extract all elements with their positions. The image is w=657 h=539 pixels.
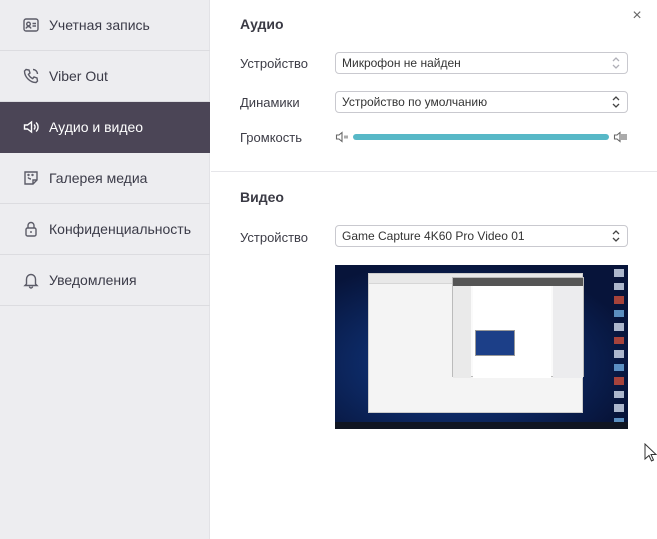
sidebar-item-label: Уведомления	[49, 272, 137, 288]
speakers-select-value: Устройство по умолчанию	[342, 95, 488, 109]
section-divider	[211, 171, 657, 172]
chevron-updown-icon	[611, 229, 621, 243]
sidebar-item-label: Viber Out	[49, 68, 108, 84]
video-preview	[335, 265, 628, 429]
video-section-title: Видео	[240, 189, 284, 205]
sidebar-item-viber-out[interactable]: Viber Out	[0, 51, 210, 102]
bell-icon	[22, 271, 40, 289]
audio-device-label: Устройство	[240, 56, 309, 71]
chevron-updown-icon	[611, 95, 621, 109]
speakers-label: Динамики	[240, 95, 300, 110]
account-card-icon	[22, 16, 40, 34]
mouse-cursor-icon	[644, 442, 657, 463]
sidebar-item-audio-video[interactable]: Аудио и видео	[0, 102, 210, 153]
preview-taskbar	[335, 422, 628, 429]
preview-desktop-icons	[614, 265, 626, 425]
settings-content: × Аудио Устройство Микрофон не найден Ди…	[211, 0, 657, 539]
volume-high-icon	[613, 130, 627, 144]
sidebar-item-label: Учетная запись	[49, 17, 150, 33]
sticker-icon	[22, 169, 40, 187]
lock-icon	[22, 220, 40, 238]
phone-icon	[22, 67, 40, 85]
sidebar-item-label: Конфиденциальность	[49, 221, 192, 237]
speakers-select[interactable]: Устройство по умолчанию	[335, 91, 628, 113]
volume-label: Громкость	[240, 130, 302, 145]
audio-section-title: Аудио	[240, 16, 284, 32]
speaker-icon	[22, 118, 40, 136]
settings-sidebar: Учетная запись Viber Out Аудио и видео Г…	[0, 0, 210, 539]
volume-slider[interactable]	[353, 134, 609, 140]
sidebar-item-label: Галерея медиа	[49, 170, 148, 186]
sidebar-item-notifications[interactable]: Уведомления	[0, 255, 210, 306]
volume-low-icon	[335, 130, 349, 144]
sidebar-item-account[interactable]: Учетная запись	[0, 0, 210, 51]
camera-select-value: Game Capture 4K60 Pro Video 01	[342, 229, 525, 243]
chevron-updown-icon	[611, 56, 621, 70]
sidebar-item-label: Аудио и видео	[49, 119, 144, 135]
camera-select[interactable]: Game Capture 4K60 Pro Video 01	[335, 225, 628, 247]
preview-viber-window	[452, 277, 584, 378]
close-icon[interactable]: ×	[629, 8, 645, 24]
sidebar-item-media-gallery[interactable]: Галерея медиа	[0, 153, 210, 204]
microphone-select[interactable]: Микрофон не найден	[335, 52, 628, 74]
sidebar-item-privacy[interactable]: Конфиденциальность	[0, 204, 210, 255]
video-device-label: Устройство	[240, 230, 309, 245]
microphone-select-value: Микрофон не найден	[342, 56, 461, 70]
